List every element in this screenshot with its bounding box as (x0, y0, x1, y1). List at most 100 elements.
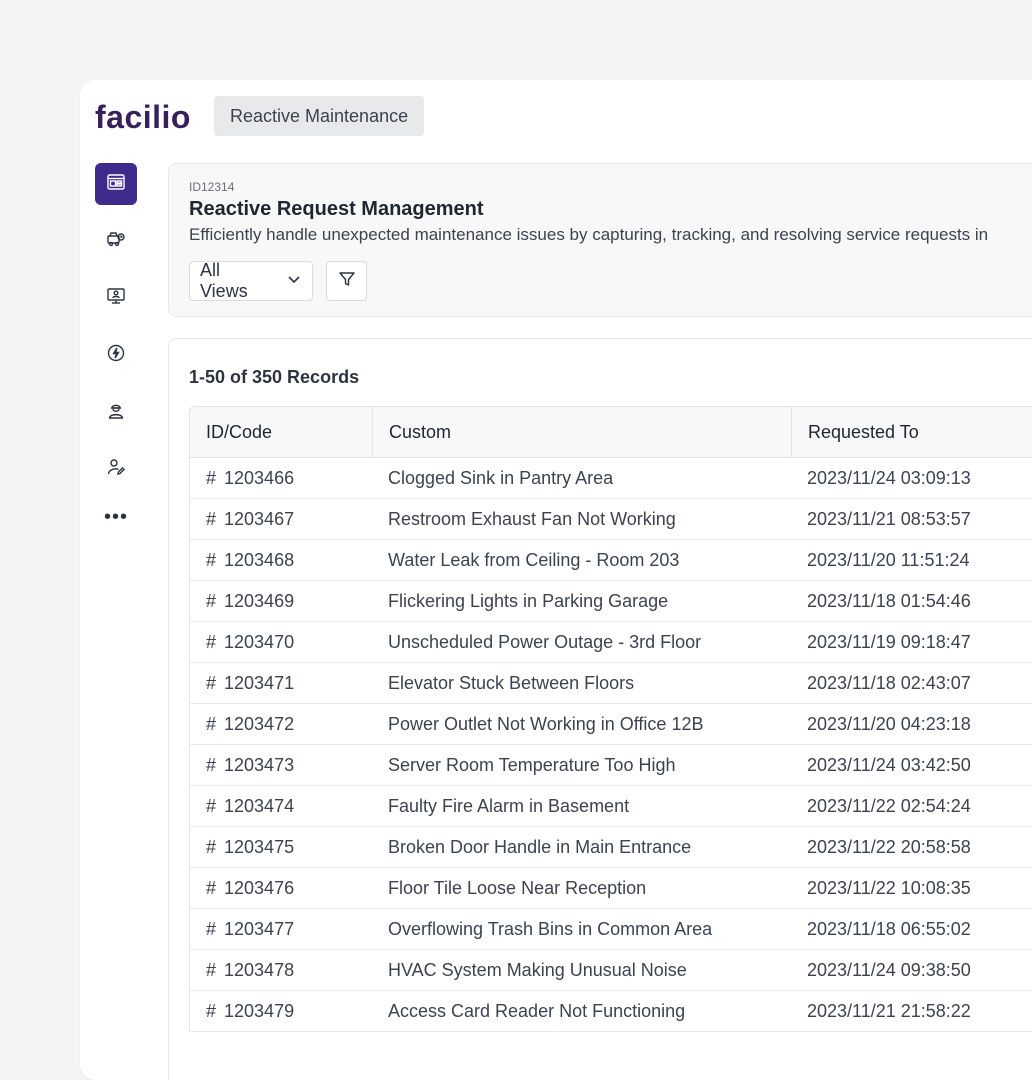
cell-requested-to: 2023/11/24 09:38:50 (791, 950, 1032, 991)
cell-requested-to: 2023/11/19 09:18:47 (791, 622, 1032, 663)
cell-requested-to: 2023/11/22 20:58:58 (791, 827, 1032, 868)
record-code: 1203479 (224, 1000, 295, 1021)
cell-id: #1203478 (189, 950, 372, 991)
column-header-custom[interactable]: Custom (372, 406, 791, 458)
hash-symbol: # (206, 713, 217, 734)
cell-id: #1203475 (189, 827, 372, 868)
page-description: Efficiently handle unexpected maintenanc… (189, 225, 989, 244)
cell-requested-to: 2023/11/20 04:23:18 (791, 704, 1032, 745)
table-header-row: ID/Code Custom Requested To (189, 406, 1032, 458)
table-row[interactable]: #1203473 Server Room Temperature Too High… (189, 745, 1032, 786)
user-edit-icon (106, 457, 126, 482)
cell-subject: Broken Door Handle in Main Entrance (372, 827, 791, 868)
cell-id: #1203473 (189, 745, 372, 786)
cell-subject: Access Card Reader Not Functioning (372, 991, 791, 1032)
cell-subject: Clogged Sink in Pantry Area (372, 458, 791, 499)
cell-id: #1203466 (189, 458, 372, 499)
record-code: 1203471 (224, 672, 295, 693)
hash-symbol: # (206, 918, 217, 939)
cell-id: #1203472 (189, 704, 372, 745)
table-row[interactable]: #1203471 Elevator Stuck Between Floors 202… (189, 663, 1032, 704)
views-dropdown-label: All Views (200, 260, 248, 301)
sidebar-item-people[interactable] (95, 448, 137, 490)
monitor-user-icon (106, 286, 126, 311)
cell-requested-to: 2023/11/22 02:54:24 (791, 786, 1032, 827)
table-row[interactable]: #1203468 Water Leak from Ceiling - Room 2… (189, 540, 1032, 581)
sidebar-item-energy[interactable] (95, 334, 137, 376)
record-code: 1203466 (224, 467, 295, 488)
table-row[interactable]: #1203466 Clogged Sink in Pantry Area 2023/… (189, 458, 1032, 499)
cell-subject: Flickering Lights in Parking Garage (372, 581, 791, 622)
page-header-card: ID12314 Reactive Request Management Effi… (168, 163, 1032, 317)
hash-symbol: # (206, 590, 217, 611)
column-header-requested-to[interactable]: Requested To (791, 406, 1032, 458)
record-id: ID12314 (189, 180, 235, 194)
views-dropdown[interactable]: All Views (189, 260, 313, 301)
cell-subject: Faulty Fire Alarm in Basement (372, 786, 791, 827)
hash-symbol: # (206, 672, 217, 693)
module-chip[interactable]: Reactive Maintenance (214, 96, 425, 136)
table-row[interactable]: #1203470 Unscheduled Power Outage - 3rd F… (189, 622, 1032, 663)
facilio-logo[interactable]: facilio (95, 97, 191, 137)
record-code: 1203470 (224, 631, 295, 652)
cell-subject: HVAC System Making Unusual Noise (372, 950, 791, 991)
work-vehicle-icon (106, 229, 126, 254)
table-row[interactable]: #1203469 Flickering Lights in Parking Gar… (189, 581, 1032, 622)
cell-subject: Floor Tile Loose Near Reception (372, 868, 791, 909)
table-row[interactable]: #1203479 Access Card Reader Not Functioni… (189, 991, 1032, 1032)
table-row[interactable]: #1203475 Broken Door Handle in Main Entra… (189, 827, 1032, 868)
hash-symbol: # (206, 877, 217, 898)
cell-id: #1203474 (189, 786, 372, 827)
table-row[interactable]: #1203477 Overflowing Trash Bins in Common… (189, 909, 1032, 950)
column-header-id[interactable]: ID/Code (189, 406, 372, 458)
more-icon[interactable]: ••• (95, 505, 137, 529)
sidebar-item-dashboard[interactable] (95, 163, 137, 205)
hash-symbol: # (206, 508, 217, 529)
dashboard-icon (106, 172, 126, 197)
cell-id: #1203469 (189, 581, 372, 622)
records-table: ID/Code Custom Requested To #1203466 Clog… (189, 406, 1032, 1032)
record-code: 1203472 (224, 713, 295, 734)
cell-requested-to: 2023/11/24 03:42:50 (791, 745, 1032, 786)
table-row[interactable]: #1203478 HVAC System Making Unusual Noise… (189, 950, 1032, 991)
filter-button[interactable] (326, 261, 367, 301)
technician-icon (106, 400, 126, 425)
record-code: 1203476 (224, 877, 295, 898)
sidebar-rail: ••• (95, 163, 137, 529)
records-count: 1-50 of 350 Records (189, 367, 360, 387)
cell-subject: Water Leak from Ceiling - Room 203 (372, 540, 791, 581)
cell-requested-to: 2023/11/20 11:51:24 (791, 540, 1032, 581)
filter-icon (337, 269, 357, 294)
table-row[interactable]: #1203467 Restroom Exhaust Fan Not Working… (189, 499, 1032, 540)
table-row[interactable]: #1203476 Floor Tile Loose Near Reception 2… (189, 868, 1032, 909)
record-code: 1203467 (224, 508, 295, 529)
cell-requested-to: 2023/11/22 10:08:35 (791, 868, 1032, 909)
hash-symbol: # (206, 1000, 217, 1021)
cell-requested-to: 2023/11/24 03:09:13 (791, 458, 1032, 499)
chevron-down-icon (286, 271, 302, 292)
cell-requested-to: 2023/11/18 06:55:02 (791, 909, 1032, 950)
hash-symbol: # (206, 795, 217, 816)
cell-subject: Unscheduled Power Outage - 3rd Floor (372, 622, 791, 663)
records-list-card: 1-50 of 350 Records ID/Code Custom Reque… (168, 338, 1032, 1080)
cell-requested-to: 2023/11/21 21:58:22 (791, 991, 1032, 1032)
cell-requested-to: 2023/11/21 08:53:57 (791, 499, 1032, 540)
sidebar-item-visitors[interactable] (95, 277, 137, 319)
sidebar-item-technicians[interactable] (95, 391, 137, 433)
record-code: 1203478 (224, 959, 295, 980)
energy-bolt-icon (106, 343, 126, 368)
cell-id: #1203479 (189, 991, 372, 1032)
cell-subject: Overflowing Trash Bins in Common Area (372, 909, 791, 950)
cell-id: #1203476 (189, 868, 372, 909)
sidebar-item-vehicles[interactable] (95, 220, 137, 262)
hash-symbol: # (206, 754, 217, 775)
cell-subject: Server Room Temperature Too High (372, 745, 791, 786)
cell-requested-to: 2023/11/18 02:43:07 (791, 663, 1032, 704)
record-code: 1203473 (224, 754, 295, 775)
cell-id: #1203477 (189, 909, 372, 950)
table-row[interactable]: #1203472 Power Outlet Not Working in Offi… (189, 704, 1032, 745)
cell-id: #1203471 (189, 663, 372, 704)
cell-id: #1203467 (189, 499, 372, 540)
cell-subject: Elevator Stuck Between Floors (372, 663, 791, 704)
table-row[interactable]: #1203474 Faulty Fire Alarm in Basement 202… (189, 786, 1032, 827)
